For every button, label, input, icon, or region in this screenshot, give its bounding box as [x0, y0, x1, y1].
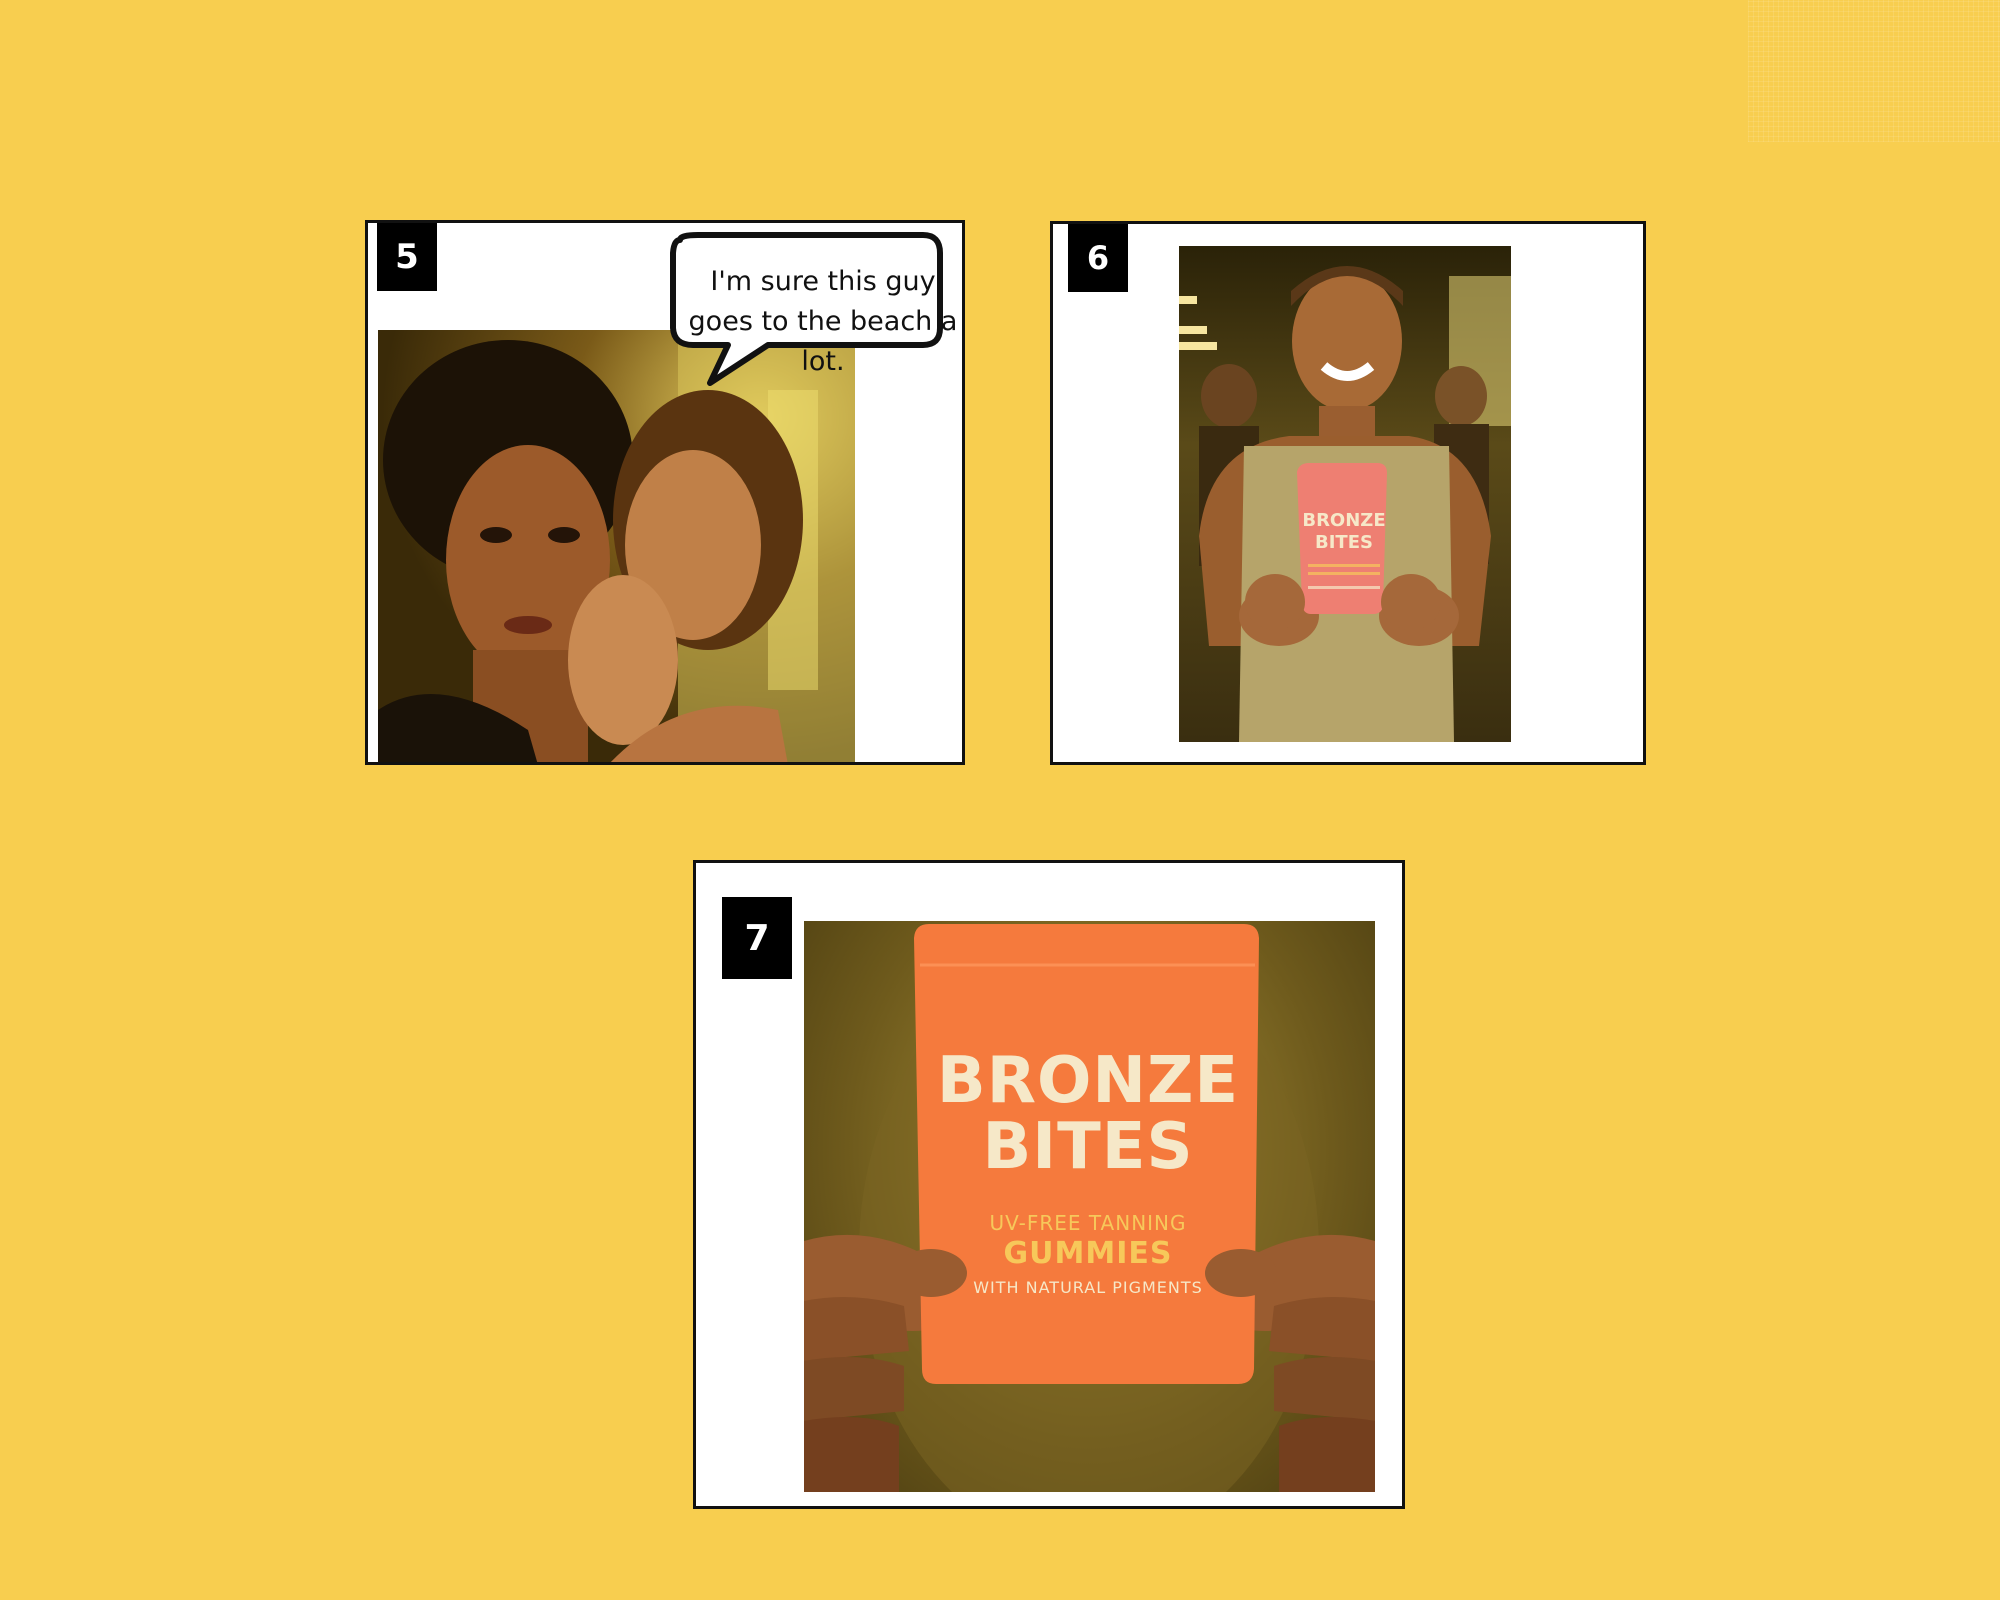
comic-panel-6: 6 BRONZE BITES [1050, 221, 1646, 765]
comic-panel-7: 7 BRONZE BITES UV-FREE TANNING GUMMIES W… [693, 860, 1405, 1509]
pouch-large-brand-line1: BRONZE [936, 1044, 1240, 1118]
pouch-large-line1: UV-FREE TANNING [989, 1211, 1187, 1235]
pouch-large-line2: GUMMIES [1003, 1236, 1173, 1271]
hands-holding-small-pouch [1245, 574, 1441, 630]
panel-number-6: 6 [1068, 224, 1128, 292]
speech-bubble-text: I'm sure this guy goes to the beach a lo… [688, 266, 958, 377]
pouch-large-brand-line2: BITES [982, 1110, 1194, 1184]
panel-number-7: 7 [722, 897, 792, 979]
panel-number-5: 5 [377, 223, 437, 291]
pouch-large-brand: BRONZE BITES [922, 1048, 1254, 1180]
pouch-large-line3: WITH NATURAL PIGMENTS [973, 1278, 1203, 1297]
pouch-large [895, 924, 1277, 1384]
corner-texture [1748, 0, 2000, 142]
